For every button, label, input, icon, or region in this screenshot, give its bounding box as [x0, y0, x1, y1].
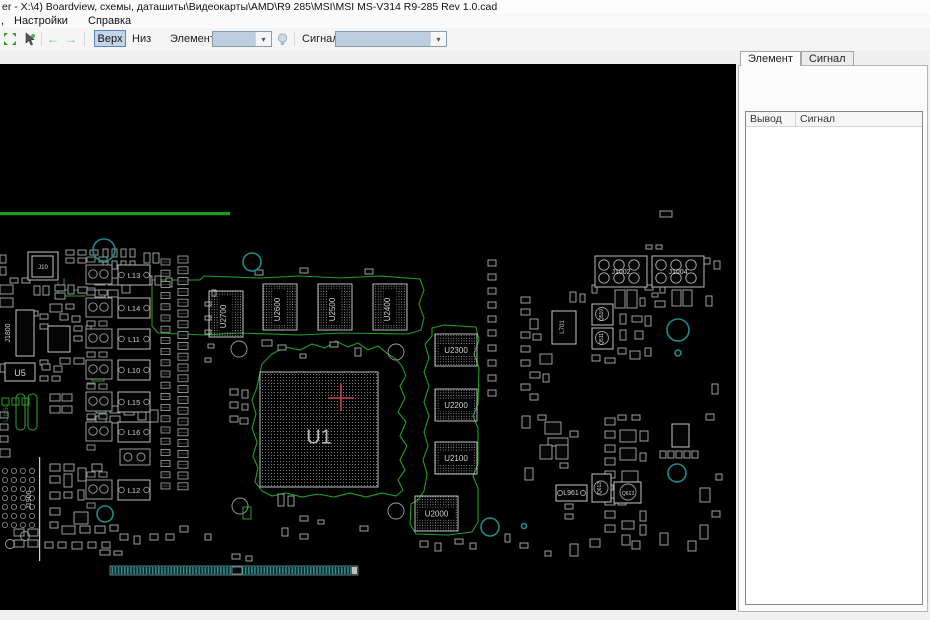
svg-text:L961: L961	[563, 490, 579, 497]
tab-signal[interactable]: Сигнал	[800, 51, 854, 65]
tab-element[interactable]: Элемент	[740, 51, 801, 66]
svg-text:U1: U1	[306, 427, 332, 449]
toolbar-separator	[294, 32, 295, 46]
svg-text:J1900: J1900	[26, 490, 33, 509]
elements-combobox-value	[213, 32, 255, 46]
toolbar-separator	[84, 32, 85, 46]
menu-help[interactable]: Справка	[88, 14, 131, 28]
svg-text:U2100: U2100	[444, 454, 468, 463]
chevron-down-icon[interactable]: ▾	[255, 32, 271, 46]
side-bottom-button[interactable]: Низ	[132, 28, 151, 50]
svg-text:J10: J10	[38, 265, 48, 271]
svg-text:U2300: U2300	[444, 346, 468, 355]
titlebar: er - X:\4) Boardview, схемы, даташиты\Ви…	[0, 0, 930, 14]
svg-text:U1850: U1850	[4, 404, 10, 422]
signals-combobox[interactable]: ▾	[335, 31, 447, 47]
forward-arrow-icon[interactable]: →	[65, 28, 77, 50]
menubar: , Настройки Справка	[0, 14, 930, 28]
side-panel: Элемент Сигнал Вывод Сигнал	[736, 50, 930, 620]
signals-combobox-value	[336, 32, 430, 46]
svg-text:L11: L11	[128, 335, 140, 344]
back-arrow-icon[interactable]: ←	[47, 28, 59, 50]
svg-text:U2000: U2000	[425, 510, 449, 519]
svg-text:U5: U5	[14, 368, 26, 378]
svg-text:Q612: Q612	[597, 482, 603, 494]
svg-text:U2500: U2500	[328, 297, 337, 321]
svg-text:L16: L16	[128, 428, 141, 437]
svg-text:L10: L10	[128, 366, 141, 375]
element-tab-page: Вывод Сигнал	[738, 65, 928, 612]
svg-text:L12: L12	[128, 486, 141, 495]
svg-text:U2700: U2700	[219, 304, 228, 328]
svg-text:U2400: U2400	[383, 297, 392, 321]
column-header-signal[interactable]: Сигнал	[796, 112, 922, 126]
svg-text:J1800: J1800	[5, 323, 12, 342]
menu-fragment: ,	[1, 15, 5, 27]
svg-text:J1004: J1004	[668, 269, 687, 276]
svg-text:U2200: U2200	[444, 401, 468, 410]
svg-text:Q510: Q510	[599, 309, 605, 321]
pins-table[interactable]: Вывод Сигнал	[745, 111, 923, 605]
app-window: er - X:\4) Boardview, схемы, даташиты\Ви…	[0, 0, 930, 620]
window-title: er - X:\4) Boardview, схемы, даташиты\Ви…	[2, 1, 498, 13]
elements-combobox[interactable]: ▾	[212, 31, 272, 47]
side-top-button[interactable]: Верх	[94, 30, 126, 47]
toolbar: ← → Верх Низ Элементы: ▾ Сигналы: ▾	[0, 28, 930, 50]
panel-tabs: Элемент Сигнал	[740, 51, 854, 66]
svg-text:Q613: Q613	[622, 491, 634, 497]
svg-text:L13: L13	[128, 271, 141, 280]
pins-table-header: Вывод Сигнал	[746, 112, 922, 127]
main-content: L13 L14 L11 L10 L15 L16 L12 U2700 U2600 U2500 U240…	[0, 50, 930, 620]
cursor-select-icon[interactable]	[23, 28, 36, 50]
svg-text:L14: L14	[128, 304, 141, 313]
highlight-bulb-icon[interactable]	[277, 33, 288, 46]
svg-text:L15: L15	[128, 398, 141, 407]
svg-text:L701: L701	[560, 320, 566, 334]
pcb-viewport[interactable]: L13 L14 L11 L10 L15 L16 L12 U2700 U2600 U2500 U240…	[0, 64, 736, 610]
svg-text:U2600: U2600	[273, 297, 282, 321]
svg-text:J1002: J1002	[611, 269, 630, 276]
menu-settings[interactable]: Настройки	[14, 14, 68, 28]
toolbar-separator	[41, 32, 42, 46]
fit-view-icon[interactable]	[3, 28, 17, 50]
chevron-down-icon[interactable]: ▾	[430, 32, 446, 46]
column-header-pin[interactable]: Вывод	[746, 112, 796, 126]
svg-text:Q511: Q511	[599, 333, 605, 345]
